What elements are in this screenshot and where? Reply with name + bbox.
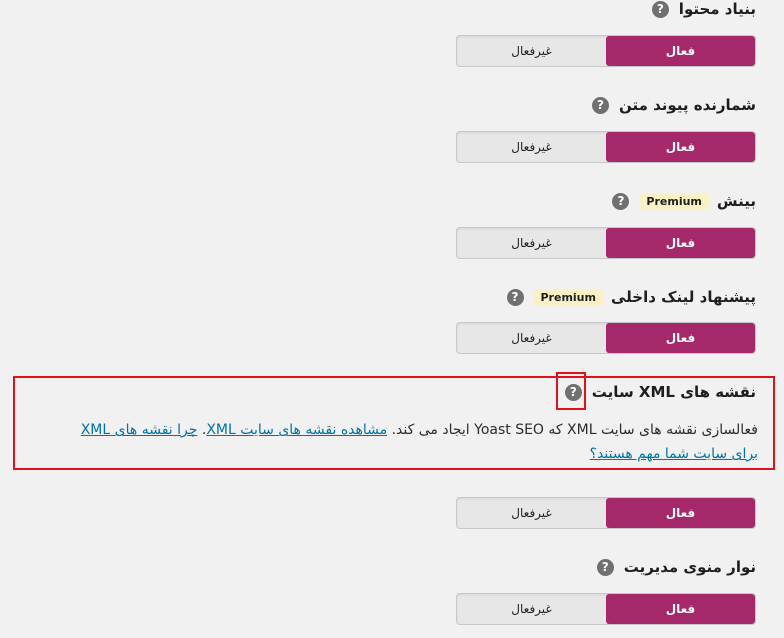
section-title: پیشنهاد لینک داخلی xyxy=(610,288,756,306)
xml-sitemap-description: فعالسازی نقشه های سایت XML که Yoast SEO … xyxy=(80,422,758,462)
section-title: شمارنده پیوند متن xyxy=(618,96,756,114)
toggle-on-option[interactable]: فعال xyxy=(606,132,755,162)
premium-badge: Premium xyxy=(639,192,709,210)
toggle-on-option[interactable]: فعال xyxy=(606,498,755,528)
section-title: بینش xyxy=(716,192,756,210)
toggle-on-option[interactable]: فعال xyxy=(606,228,755,258)
toggle-off-option[interactable]: غیرفعال xyxy=(457,132,606,162)
help-icon[interactable]: ? xyxy=(612,192,630,210)
toggle-off-option[interactable]: غیرفعال xyxy=(457,594,606,624)
toggle-switch[interactable]: فعال غیرفعال xyxy=(456,227,756,259)
toggle-switch[interactable]: فعال غیرفعال xyxy=(456,497,756,529)
section-title: نقشه های XML سایت xyxy=(591,383,756,401)
section-title-row: بنیاد محتوا ? xyxy=(651,0,756,18)
toggle-switch[interactable]: فعال غیرفعال xyxy=(456,593,756,625)
section-title-row: شمارنده پیوند متن ? xyxy=(591,96,756,114)
help-icon[interactable]: ? xyxy=(506,288,524,306)
toggle-switch[interactable]: فعال غیرفعال xyxy=(456,35,756,67)
section-title-row: پیشنهاد لینک داخلی Premium ? xyxy=(506,288,756,306)
section-title-row: بینش Premium ? xyxy=(612,192,756,210)
toggle-on-option[interactable]: فعال xyxy=(606,323,755,353)
toggle-off-option[interactable]: غیرفعال xyxy=(457,323,606,353)
toggle-on-option[interactable]: فعال xyxy=(606,594,755,624)
section-title: نوار منوی مدیریت xyxy=(623,558,756,576)
help-icon[interactable]: ? xyxy=(596,558,614,576)
toggle-switch[interactable]: فعال غیرفعال xyxy=(456,131,756,163)
toggle-switch[interactable]: فعال غیرفعال xyxy=(456,322,756,354)
premium-badge: Premium xyxy=(533,288,603,306)
view-sitemap-link[interactable]: مشاهده نقشه های سایت XML xyxy=(206,422,387,438)
section-title: بنیاد محتوا xyxy=(678,0,756,18)
toggle-off-option[interactable]: غیرفعال xyxy=(457,36,606,66)
section-title-row: نوار منوی مدیریت ? xyxy=(596,558,756,576)
toggle-on-option[interactable]: فعال xyxy=(606,36,755,66)
help-icon[interactable]: ? xyxy=(591,96,609,114)
toggle-off-option[interactable]: غیرفعال xyxy=(457,228,606,258)
description-text: فعالسازی نقشه های سایت XML که Yoast SEO … xyxy=(391,422,758,438)
section-title-row: نقشه های XML سایت ? xyxy=(564,383,756,401)
help-icon[interactable]: ? xyxy=(564,383,582,401)
help-icon[interactable]: ? xyxy=(651,0,669,18)
toggle-off-option[interactable]: غیرفعال xyxy=(457,498,606,528)
